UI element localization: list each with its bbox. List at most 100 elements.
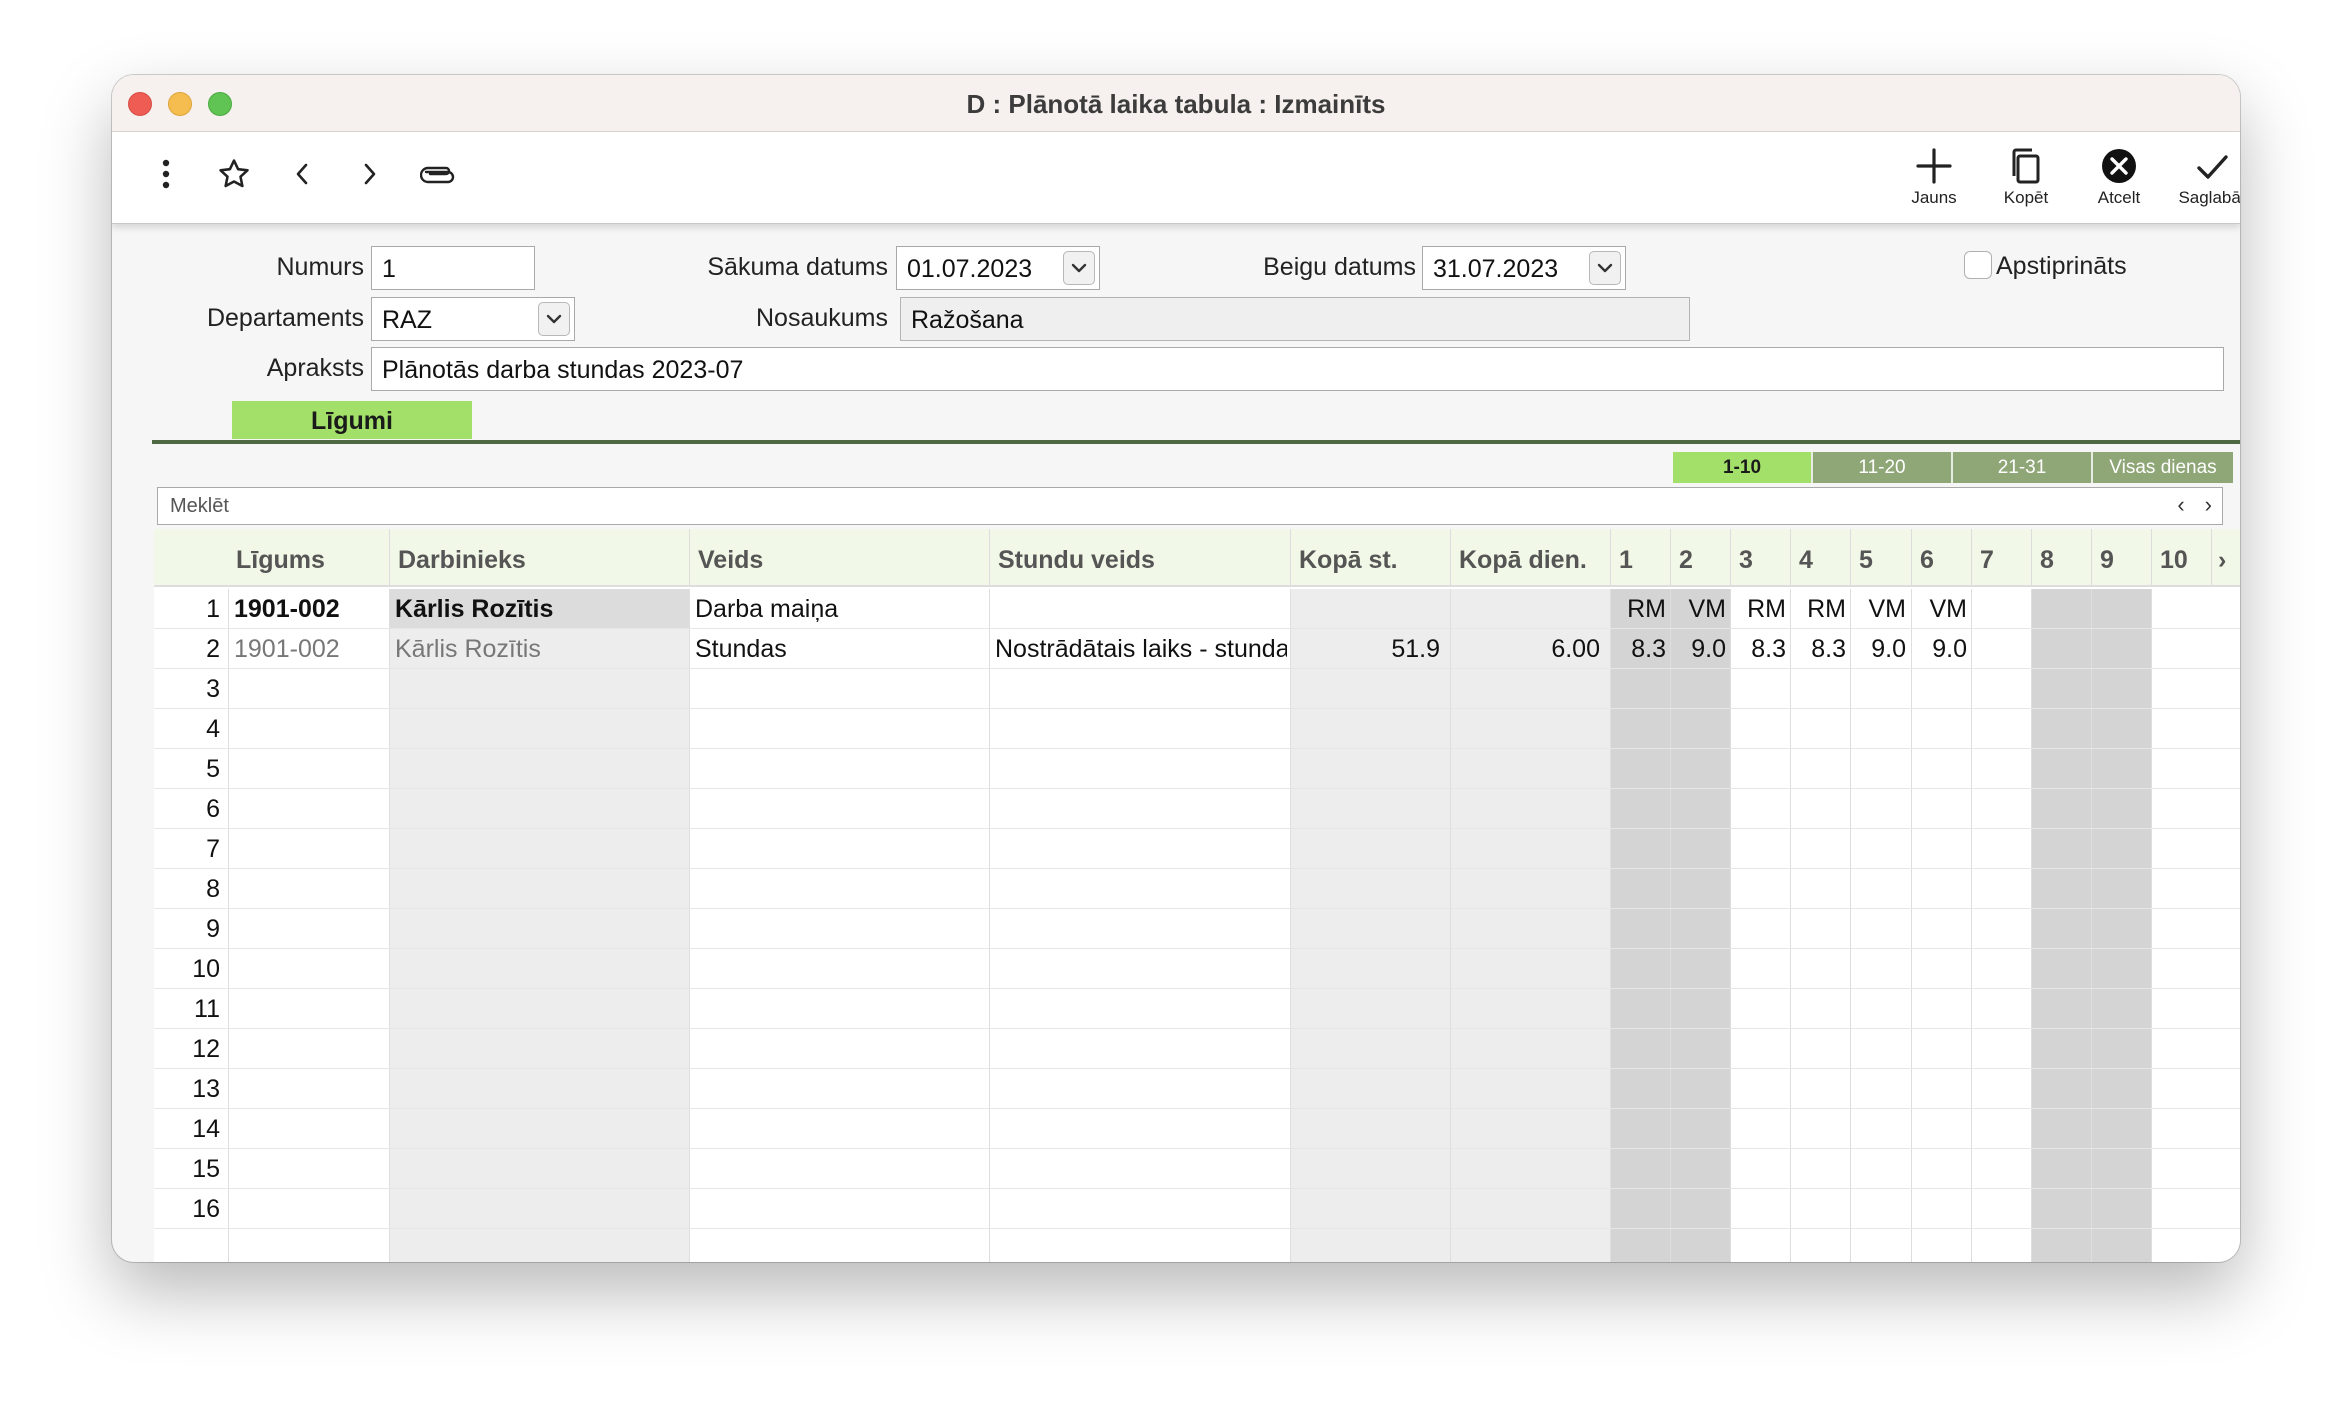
scroll-left-icon[interactable]: ‹ [2177,492,2184,518]
tab-ligumi[interactable]: Līgumi [232,401,472,439]
day-cell[interactable]: VM [1850,589,1907,629]
header-contract[interactable]: Līgums [228,529,389,587]
day-cell[interactable] [2151,629,2207,669]
scroll-right-icon[interactable]: › [2205,492,2212,518]
header-day-7[interactable]: 7 [1971,529,2031,587]
day-cell[interactable]: 9.0 [1850,629,1906,669]
row-number: 9 [206,915,220,943]
total-hours-cell[interactable] [1290,589,1440,629]
day-cell[interactable] [2031,589,2087,629]
day-cell[interactable]: VM [1911,589,1968,629]
row-number: 7 [206,835,220,863]
row-divider [154,1148,2240,1149]
employee-cell[interactable]: Kārlis Rozītis [395,629,685,669]
day-cell[interactable]: 8.3 [1790,629,1846,669]
number-field[interactable]: 1 [371,246,535,290]
chevron-down-icon[interactable] [1589,251,1621,285]
row-divider [154,1068,2240,1069]
day-cell[interactable] [1971,589,2027,629]
hour-type-cell[interactable]: Nostrādātais laiks - stundas [995,629,1287,669]
header-day-8[interactable]: 8 [2031,529,2091,587]
name-field[interactable]: Ražošana [900,297,1690,341]
description-field[interactable]: Plānotās darba stundas 2023-07 [371,347,2224,391]
header-day-5[interactable]: 5 [1850,529,1911,587]
contracts-grid: Līgums Darbinieks Veids Stundu veids Kop… [154,529,2240,1262]
header-day-10[interactable]: 10 [2151,529,2211,587]
header-hour-type[interactable]: Stundu veids [989,529,1290,587]
more-menu-icon[interactable] [146,154,186,194]
row-number: 16 [192,1195,220,1223]
type-cell[interactable]: Darba maiņa [695,589,985,629]
total-days-cell[interactable] [1450,589,1600,629]
tab-days-11-20[interactable]: 11-20 [1813,452,1953,483]
day-cell[interactable]: 8.3 [1730,629,1786,669]
cancel-button[interactable]: Atcelt [2074,146,2164,218]
hour-type-cell[interactable] [995,589,1287,629]
chevron-down-icon[interactable] [1063,251,1095,285]
total-days-cell[interactable]: 6.00 [1450,629,1600,669]
checkmark-icon [2197,155,2228,179]
day-cell[interactable]: RM [1790,589,1846,629]
attachment-paperclip-icon[interactable] [418,154,458,194]
header-type[interactable]: Veids [689,529,989,587]
day-cell[interactable] [2091,589,2147,629]
approved-checkbox[interactable] [1964,251,1992,279]
new-button[interactable]: Jauns [1889,146,1979,218]
contract-cell[interactable]: 1901-002 [234,589,384,629]
save-button[interactable]: Saglabāt [2167,146,2240,218]
day-cell[interactable]: 9.0 [1911,629,1967,669]
tab-days-21-31[interactable]: 21-31 [1953,452,2093,483]
department-label: Departaments [206,304,364,332]
employee-cell[interactable]: Kārlis Rozītis [395,589,685,629]
day-cell[interactable] [1971,629,2027,669]
title-bar: D : Plānotā laika tabula : Izmainīts [112,75,2240,132]
next-record-icon[interactable] [350,154,390,194]
day-cell[interactable]: 9.0 [1670,629,1726,669]
header-day-4[interactable]: 4 [1790,529,1850,587]
start-date-label: Sākuma datums [707,253,888,281]
main-window: D : Plānotā laika tabula : Izmainīts Jau… [112,75,2240,1262]
row-number: 3 [206,675,220,703]
header-employee[interactable]: Darbinieks [389,529,689,587]
header-day-3[interactable]: 3 [1730,529,1790,587]
day-cell[interactable]: 8.3 [1610,629,1666,669]
weekend-column-bg [2091,589,2151,1262]
header-day-9[interactable]: 9 [2091,529,2151,587]
day-cell[interactable]: VM [1670,589,1727,629]
header-total-days[interactable]: Kopā dien. [1450,529,1610,587]
day-range-tabs: 1-10 11-20 21-31 Visas dienas [1673,452,2233,483]
type-cell[interactable]: Stundas [695,629,985,669]
header-day-2[interactable]: 2 [1670,529,1730,587]
cancel-x-circle-icon [2102,149,2136,183]
tab-days-1-10[interactable]: 1-10 [1673,452,1813,483]
row-divider [154,1188,2240,1189]
day-cell[interactable] [2091,629,2147,669]
header-day-6[interactable]: 6 [1911,529,1971,587]
department-select[interactable]: RAZ [371,297,575,341]
copy-button[interactable]: Kopēt [1981,146,2071,218]
search-input[interactable]: Meklēt ‹ › [157,487,2223,525]
total-hours-cell[interactable]: 51.9 [1290,629,1440,669]
tab-all-days[interactable]: Visas dienas [2093,452,2233,483]
end-date-value: 31.07.2023 [1433,255,1559,283]
day-cell[interactable] [2031,629,2087,669]
day-cell[interactable] [2151,589,2207,629]
start-date-field[interactable]: 01.07.2023 [896,246,1100,290]
start-date-value: 01.07.2023 [907,255,1033,283]
contract-cell[interactable]: 1901-002 [234,629,384,669]
row-divider [154,708,2240,709]
search-nav: ‹ › [2177,492,2212,518]
header-scroll-right-icon[interactable]: › [2211,529,2240,587]
description-label: Apraksts [266,354,364,382]
favorite-star-icon[interactable] [214,154,254,194]
employee-column-bg [389,589,689,1262]
day-cell[interactable]: RM [1610,589,1666,629]
previous-record-icon[interactable] [282,154,322,194]
day-cell[interactable]: RM [1730,589,1786,629]
header-total-hours[interactable]: Kopā st. [1290,529,1450,587]
header-day-1[interactable]: 1 [1610,529,1670,587]
end-date-field[interactable]: 31.07.2023 [1422,246,1626,290]
chevron-down-icon[interactable] [538,302,570,336]
row-divider [154,1228,2240,1229]
row-number: 8 [206,875,220,903]
